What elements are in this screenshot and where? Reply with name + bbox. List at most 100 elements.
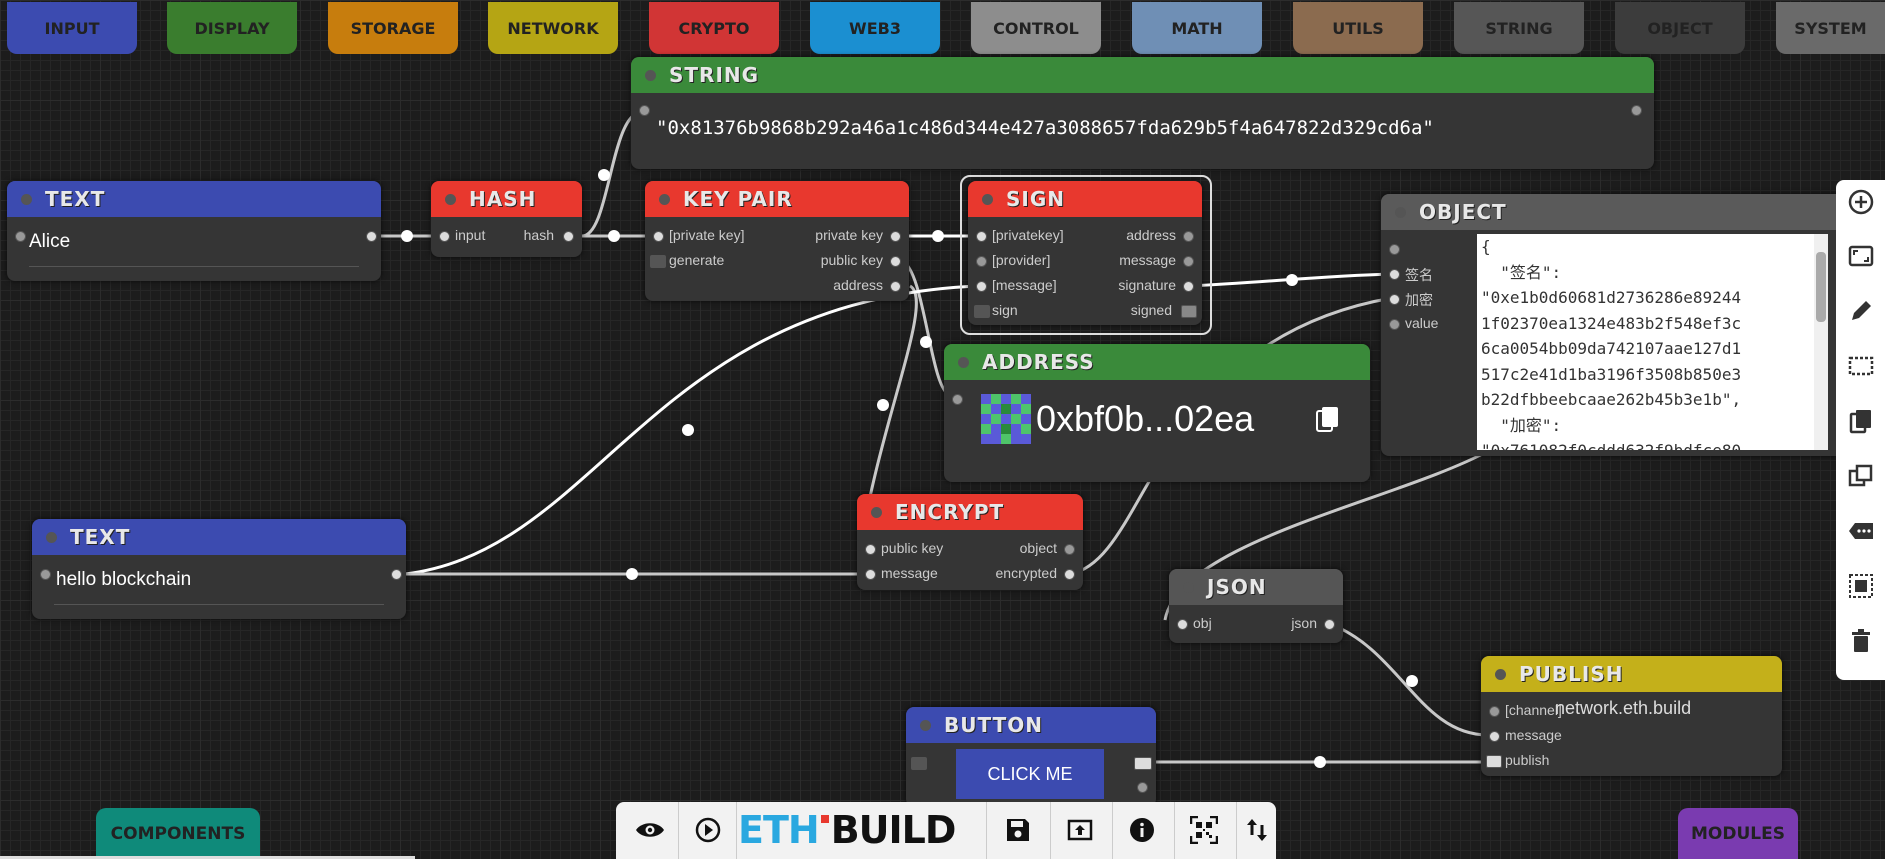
- tab-web3[interactable]: WEB3: [810, 2, 940, 54]
- tab-display[interactable]: DISPLAY: [167, 2, 297, 54]
- node-button[interactable]: BUTTON CLICK ME: [906, 707, 1156, 807]
- copy-icon[interactable]: [1316, 406, 1340, 434]
- pencil-icon[interactable]: [1836, 291, 1885, 331]
- output-pin[interactable]: [1134, 757, 1152, 770]
- fit-screen-icon[interactable]: [1836, 236, 1885, 276]
- plus-circle-icon[interactable]: [1836, 182, 1885, 222]
- input-pin-message[interactable]: [976, 281, 987, 292]
- node-string[interactable]: STRING "0x81376b9868b292a46a1c486d344e42…: [631, 57, 1654, 169]
- input-pin[interactable]: [1389, 244, 1400, 255]
- output-pin-signed[interactable]: [1181, 305, 1197, 318]
- tab-storage[interactable]: STORAGE: [328, 2, 458, 54]
- input-pin-value[interactable]: [1389, 319, 1400, 330]
- output-pin-2[interactable]: [1137, 782, 1148, 793]
- input-pin-provider[interactable]: [976, 256, 987, 267]
- tab-system[interactable]: SYSTEM: [1776, 2, 1885, 54]
- tab-input[interactable]: INPUT: [7, 2, 137, 54]
- input-pin-channel[interactable]: [1489, 706, 1500, 717]
- node-header[interactable]: BUTTON: [906, 707, 1156, 743]
- tab-crypto[interactable]: CRYPTO: [649, 2, 779, 54]
- tab-object[interactable]: OBJECT: [1615, 2, 1745, 54]
- node-header[interactable]: KEY PAIR: [645, 181, 909, 217]
- input-pin-privatekey[interactable]: [976, 231, 987, 242]
- output-pin[interactable]: [1631, 105, 1642, 116]
- input-pin[interactable]: [653, 231, 664, 242]
- text-value[interactable]: hello blockchain: [56, 569, 191, 591]
- node-sign[interactable]: SIGN [privatekey] [provider] [message] s…: [968, 181, 1202, 325]
- output-pin-message[interactable]: [1183, 256, 1194, 267]
- node-publish[interactable]: PUBLISH [channel] message publish networ…: [1481, 656, 1782, 776]
- node-header[interactable]: ADDRESS: [944, 344, 1370, 380]
- output-pin[interactable]: [391, 569, 402, 580]
- action-pin[interactable]: [650, 255, 666, 268]
- input-pin-public-key[interactable]: [865, 544, 876, 555]
- node-header[interactable]: SIGN: [968, 181, 1202, 217]
- input-pin-encrypt[interactable]: [1389, 294, 1400, 305]
- copy-icon[interactable]: [1836, 401, 1885, 441]
- click-me-button[interactable]: CLICK ME: [956, 749, 1104, 799]
- trash-icon[interactable]: [1836, 621, 1885, 661]
- info-icon[interactable]: [1120, 810, 1164, 850]
- object-json-textarea[interactable]: { "签名": "0xe1b0d60681d2736286e89244 1f0237…: [1477, 234, 1828, 450]
- input-pin[interactable]: [911, 757, 927, 770]
- save-icon[interactable]: [996, 810, 1040, 850]
- input-pin-sign[interactable]: [1389, 269, 1400, 280]
- node-json[interactable]: JSON obj json: [1169, 569, 1343, 643]
- tab-utils[interactable]: UTILS: [1293, 2, 1423, 54]
- node-object[interactable]: OBJECT 签名 加密 value { "签名": "0xe1b0d60681d…: [1381, 194, 1836, 456]
- swap-vertical-icon[interactable]: [1240, 810, 1274, 850]
- input-pin-message[interactable]: [1489, 731, 1500, 742]
- node-encrypt[interactable]: ENCRYPT public key message object encryp…: [857, 494, 1083, 590]
- label-icon[interactable]: [1836, 511, 1885, 551]
- input-pin-message[interactable]: [865, 569, 876, 580]
- modules-tab[interactable]: MODULES: [1678, 808, 1798, 859]
- node-hash[interactable]: HASH input hash: [431, 181, 582, 257]
- node-header[interactable]: JSON: [1169, 569, 1343, 605]
- node-header[interactable]: ENCRYPT: [857, 494, 1083, 530]
- output-pin-encrypted[interactable]: [1064, 569, 1075, 580]
- node-header[interactable]: HASH: [431, 181, 582, 217]
- channel-value[interactable]: network.eth.build: [1555, 698, 1691, 719]
- tab-string[interactable]: STRING: [1454, 2, 1584, 54]
- group-icon[interactable]: [1836, 566, 1885, 606]
- output-pin-address[interactable]: [890, 281, 901, 292]
- node-key-pair[interactable]: KEY PAIR [private key] generate private …: [645, 181, 909, 301]
- node-header[interactable]: OBJECT: [1381, 194, 1836, 230]
- input-pin[interactable]: [1177, 619, 1188, 630]
- input-pin[interactable]: [15, 231, 26, 242]
- output-pin-object[interactable]: [1064, 544, 1075, 555]
- action-pin-sign[interactable]: [974, 305, 990, 318]
- input-pin[interactable]: [639, 105, 650, 116]
- node-header[interactable]: PUBLISH: [1481, 656, 1782, 692]
- node-text-hello[interactable]: TEXT hello blockchain: [32, 519, 406, 619]
- node-header[interactable]: TEXT: [32, 519, 406, 555]
- play-icon[interactable]: [686, 810, 730, 850]
- input-pin[interactable]: [952, 394, 963, 405]
- upload-icon[interactable]: [1058, 810, 1102, 850]
- tab-control[interactable]: CONTROL: [971, 2, 1101, 54]
- tab-math[interactable]: MATH: [1132, 2, 1262, 54]
- output-pin[interactable]: [366, 231, 377, 242]
- action-pin-publish[interactable]: [1486, 755, 1502, 768]
- output-pin-signature[interactable]: [1183, 281, 1194, 292]
- duplicate-icon[interactable]: [1836, 456, 1885, 496]
- output-pin[interactable]: [563, 231, 574, 242]
- node-address[interactable]: ADDRESS 0xbf0b...02ea: [944, 344, 1370, 482]
- node-header[interactable]: TEXT: [7, 181, 381, 217]
- input-pin[interactable]: [40, 569, 51, 580]
- scrollbar-thumb[interactable]: [1816, 252, 1826, 322]
- qr-code-icon[interactable]: [1182, 810, 1226, 850]
- selection-icon[interactable]: [1836, 346, 1885, 386]
- tab-network[interactable]: NETWORK: [488, 2, 618, 54]
- output-pin[interactable]: [1324, 619, 1335, 630]
- input-pin[interactable]: [439, 231, 450, 242]
- node-header[interactable]: STRING: [631, 57, 1654, 93]
- output-pin-public-key[interactable]: [890, 256, 901, 267]
- output-pin-address[interactable]: [1183, 231, 1194, 242]
- textarea-scrollbar[interactable]: [1814, 234, 1828, 450]
- eye-icon[interactable]: [628, 810, 672, 850]
- output-pin-private-key[interactable]: [890, 231, 901, 242]
- components-tab[interactable]: COMPONENTS: [96, 808, 260, 859]
- text-value[interactable]: Alice: [29, 231, 70, 253]
- node-text-alice[interactable]: TEXT Alice: [7, 181, 381, 281]
